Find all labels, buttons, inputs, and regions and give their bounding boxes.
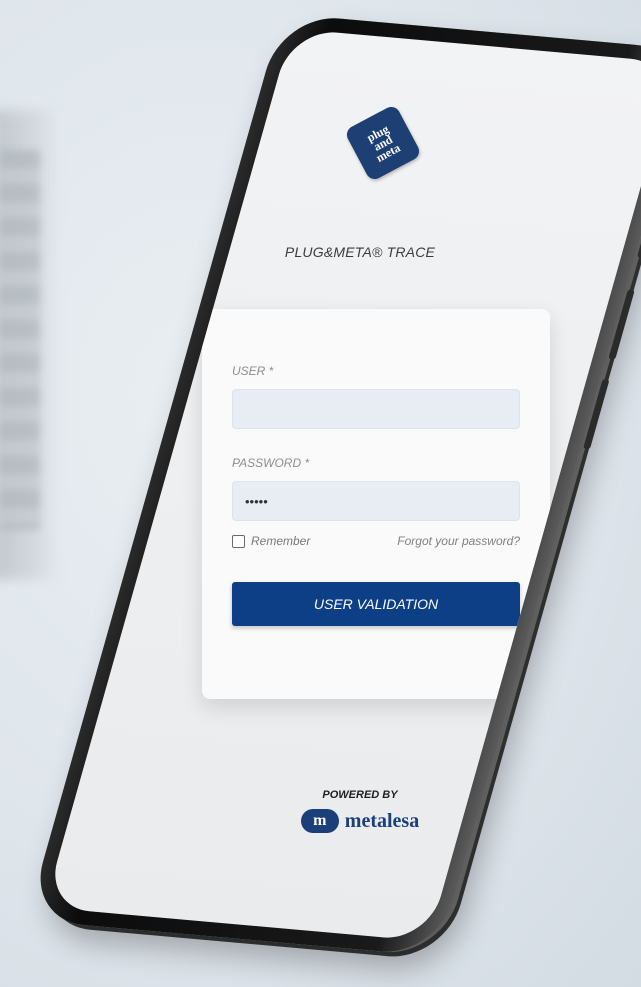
login-card: USER * PASSWORD * ••••• Remember Forgot … <box>202 309 550 699</box>
background-blurred-pattern <box>0 150 40 530</box>
phone-volume-up-button <box>608 289 635 360</box>
password-input[interactable]: ••••• <box>232 481 520 521</box>
phone-device: plug and meta PLUG&META® TRACE USER * PA… <box>26 13 641 957</box>
app-title: PLUG&META® TRACE <box>284 244 436 260</box>
password-label: PASSWORD * <box>231 456 310 470</box>
user-label: USER * <box>232 364 274 378</box>
metalesa-logo: m metalesa <box>164 809 556 833</box>
remember-checkbox-group[interactable]: Remember <box>232 534 310 548</box>
phone-action-button <box>636 219 641 259</box>
user-validation-button[interactable]: USER VALIDATION <box>232 582 520 626</box>
phone-volume-down-button <box>583 378 610 450</box>
metalesa-logo-name: metalesa <box>344 809 420 832</box>
forgot-password-link[interactable]: Forgot your password? <box>397 534 520 548</box>
phone-screen: plug and meta PLUG&META® TRACE USER * PA… <box>44 28 641 942</box>
user-input[interactable] <box>232 389 520 429</box>
app-logo: plug and meta <box>343 103 423 183</box>
metalesa-logo-mark: m <box>300 809 339 833</box>
remember-checkbox[interactable] <box>232 534 245 548</box>
powered-by-label: POWERED BY <box>322 789 398 801</box>
app-logo-text: plug and meta <box>364 121 403 165</box>
remember-label: Remember <box>251 534 311 548</box>
login-screen: plug and meta PLUG&META® TRACE USER * PA… <box>164 44 556 926</box>
